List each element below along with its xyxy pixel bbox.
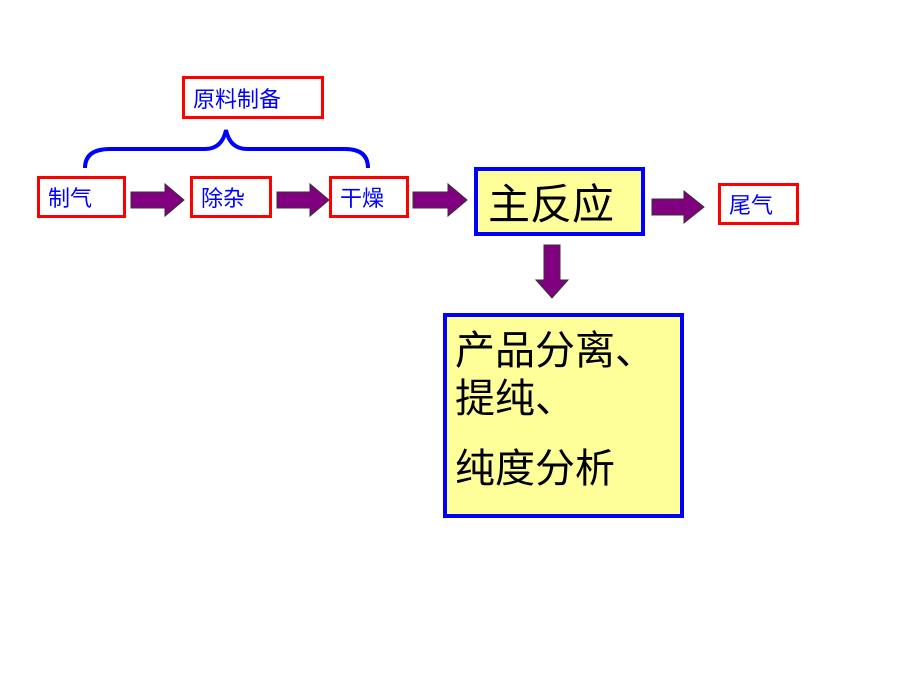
step-box-2: 除杂 [190,176,272,218]
main-reaction-label: 主反应 [488,180,615,229]
product-line-1: 产品分离、 [455,328,655,374]
group-label: 原料制备 [193,87,282,113]
step-label-3: 干燥 [340,187,385,212]
arrow-down [534,244,570,299]
product-box: 产品分离、 提纯、 纯度分析 [443,313,684,518]
main-reaction-box: 主反应 [474,167,645,236]
step-label-1: 制气 [48,187,93,212]
step-label-2: 除杂 [201,187,246,212]
tail-gas-label: 尾气 [729,194,774,219]
arrow-right-1 [130,182,185,218]
step-box-3: 干燥 [329,176,409,218]
arrow-right-2 [276,182,330,218]
group-label-box: 原料制备 [182,76,324,119]
arrow-right-4 [651,189,705,225]
product-line-3: 纯度分析 [455,446,615,492]
product-line-2: 提纯、 [455,376,575,422]
grouping-brace [83,129,370,169]
tail-gas-box: 尾气 [718,183,799,225]
arrow-right-3 [412,182,468,218]
step-box-1: 制气 [37,176,126,218]
